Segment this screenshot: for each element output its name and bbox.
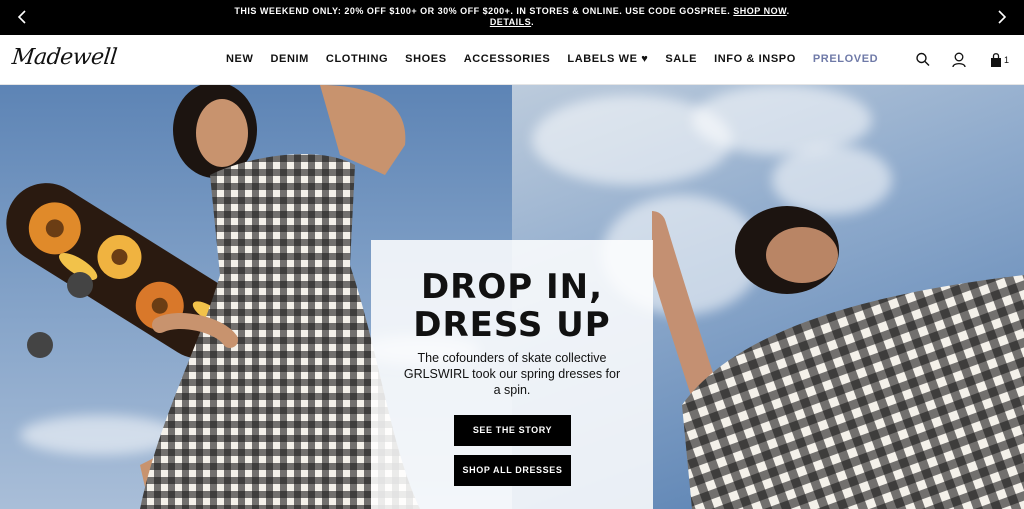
- skater-figure-right: [652, 206, 1024, 509]
- hero-headline-line1: DROP IN,: [420, 267, 604, 307]
- promo-message: THIS WEEKEND ONLY: 20% OFF $100+ OR 30% …: [234, 6, 790, 27]
- shop-all-dresses-button[interactable]: SHOP ALL DRESSES: [454, 455, 571, 486]
- main-nav: NEW DENIM CLOTHING SHOES ACCESSORIES LAB…: [226, 53, 895, 65]
- nav-item-clothing[interactable]: CLOTHING: [326, 53, 388, 65]
- bag-icon[interactable]: [989, 50, 1003, 70]
- nav-item-denim[interactable]: DENIM: [270, 53, 308, 65]
- hero-body: The cofounders of skate collective GRLSW…: [403, 351, 621, 397]
- chevron-right-icon[interactable]: [992, 8, 1010, 26]
- bag-count: 1: [1004, 55, 1010, 65]
- chevron-left-icon[interactable]: [14, 8, 32, 26]
- nav-item-labels-we-love[interactable]: LABELS WE ♥: [567, 53, 648, 65]
- account-icon[interactable]: [951, 50, 967, 70]
- nav-item-shoes[interactable]: SHOES: [405, 53, 447, 65]
- shop-now-link[interactable]: SHOP NOW: [733, 6, 786, 16]
- logo[interactable]: Madewell: [11, 45, 118, 70]
- nav-item-preloved[interactable]: PRELOVED: [813, 53, 878, 65]
- hero-banner[interactable]: DROP IN, DRESS UP The cofounders of skat…: [0, 85, 1024, 509]
- promo-text: THIS WEEKEND ONLY: 20% OFF $100+ OR 30% …: [234, 6, 731, 16]
- details-link[interactable]: DETAILS: [490, 17, 531, 27]
- nav-item-info-inspo[interactable]: INFO & INSPO: [714, 53, 796, 65]
- search-icon[interactable]: [915, 50, 931, 70]
- promo-banner: THIS WEEKEND ONLY: 20% OFF $100+ OR 30% …: [0, 0, 1024, 35]
- nav-item-sale[interactable]: SALE: [665, 53, 697, 65]
- hero-headline-line2: DRESS UP: [413, 305, 611, 345]
- nav-item-accessories[interactable]: ACCESSORIES: [464, 53, 551, 65]
- site-header: Madewell NEW DENIM CLOTHING SHOES ACCESS…: [0, 35, 1024, 85]
- hero-content-card: DROP IN, DRESS UP The cofounders of skat…: [371, 240, 653, 509]
- see-the-story-button[interactable]: SEE THE STORY: [454, 415, 571, 446]
- nav-item-new[interactable]: NEW: [226, 53, 253, 65]
- hero-headline: DROP IN, DRESS UP: [371, 268, 653, 344]
